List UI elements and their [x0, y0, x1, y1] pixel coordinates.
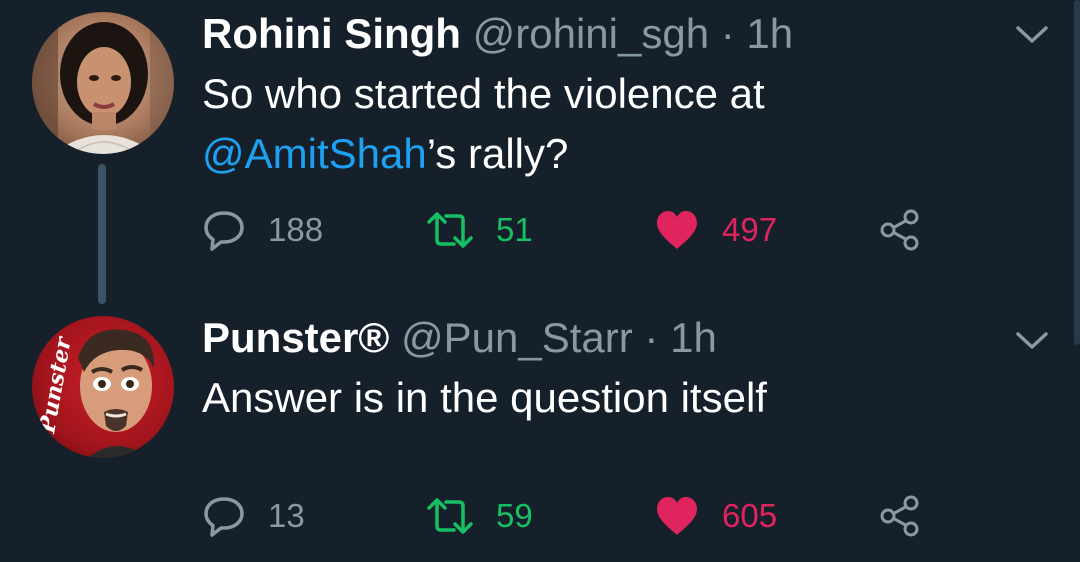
retweet-icon	[427, 498, 473, 534]
share-button[interactable]	[878, 492, 922, 540]
tweet[interactable]: Punster Punster® @Pun_Starr · 1h Answer …	[0, 300, 1080, 562]
separator-dot: ·	[644, 314, 659, 361]
retweet-button[interactable]: 59	[426, 492, 533, 540]
tweet-content: Punster® @Pun_Starr · 1h Answer is in th…	[202, 312, 990, 428]
like-button[interactable]: 605	[654, 492, 777, 540]
avatar-photo: Punster	[32, 316, 174, 458]
tweet-text-before: So who started the violence at	[202, 70, 765, 117]
reply-count: 188	[268, 211, 324, 248]
separator-dot: ·	[720, 10, 735, 57]
reply-button[interactable]: 13	[202, 492, 305, 540]
share-icon	[880, 209, 919, 251]
tweet-thread: Rohini Singh @rohini_sgh · 1h So who sta…	[0, 0, 1080, 562]
user-handle[interactable]: @Pun_Starr	[401, 314, 633, 361]
reply-button[interactable]: 188	[202, 206, 323, 254]
like-count: 605	[722, 497, 778, 534]
retweet-button[interactable]: 51	[426, 206, 533, 254]
reply-count: 13	[268, 497, 305, 534]
display-name[interactable]: Rohini Singh	[202, 10, 461, 57]
share-button[interactable]	[878, 206, 922, 254]
heart-icon	[657, 211, 697, 249]
user-handle[interactable]: @rohini_sgh	[473, 10, 709, 57]
retweet-icon	[427, 212, 473, 248]
avatar[interactable]: Punster	[32, 316, 174, 458]
avatar[interactable]	[32, 12, 174, 154]
retweet-count: 51	[496, 211, 533, 248]
chevron-down-icon[interactable]	[1014, 22, 1050, 46]
avatar-photo	[32, 12, 174, 154]
tweet-header: Punster® @Pun_Starr · 1h	[202, 312, 990, 364]
tweet-header: Rohini Singh @rohini_sgh · 1h	[202, 8, 990, 60]
tweet-text-after: ’s rally?	[426, 130, 569, 177]
tweet-actions: 188 51 497	[202, 206, 962, 254]
tweet-content: Rohini Singh @rohini_sgh · 1h So who sta…	[202, 8, 990, 184]
chevron-down-icon[interactable]	[1014, 328, 1050, 352]
display-name[interactable]: Punster®	[202, 314, 389, 361]
mention-link[interactable]: @AmitShah	[202, 130, 427, 177]
tweet[interactable]: Rohini Singh @rohini_sgh · 1h So who sta…	[0, 0, 1080, 300]
like-count: 497	[722, 211, 778, 248]
share-icon	[880, 495, 919, 537]
reply-icon	[204, 211, 244, 251]
reply-icon	[204, 497, 244, 537]
heart-icon	[657, 497, 697, 535]
like-button[interactable]: 497	[654, 206, 777, 254]
tweet-actions: 13 59 605	[202, 492, 962, 540]
tweet-text: Answer is in the question itself	[202, 374, 767, 421]
tweet-timestamp[interactable]: 1h	[670, 314, 717, 361]
tweet-text: So who started the violence at @AmitShah…	[202, 64, 990, 184]
retweet-count: 59	[496, 497, 533, 534]
tweet-timestamp[interactable]: 1h	[746, 10, 793, 57]
